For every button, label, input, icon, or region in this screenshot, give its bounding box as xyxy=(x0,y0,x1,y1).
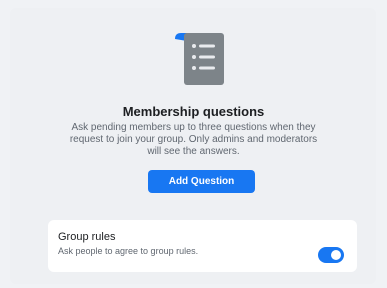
toggle-knob xyxy=(331,250,341,260)
group-rules-card: Group rules Ask people to agree to group… xyxy=(48,220,357,272)
add-question-button[interactable]: Add Question xyxy=(148,170,255,193)
group-rules-toggle[interactable] xyxy=(318,247,344,263)
group-rules-description: Ask people to agree to group rules. xyxy=(58,246,199,256)
document-list-icon xyxy=(173,31,233,87)
membership-questions-description: Ask pending members up to three question… xyxy=(69,122,318,157)
group-rules-title: Group rules xyxy=(58,231,116,243)
membership-questions-title: Membership questions xyxy=(122,104,265,119)
